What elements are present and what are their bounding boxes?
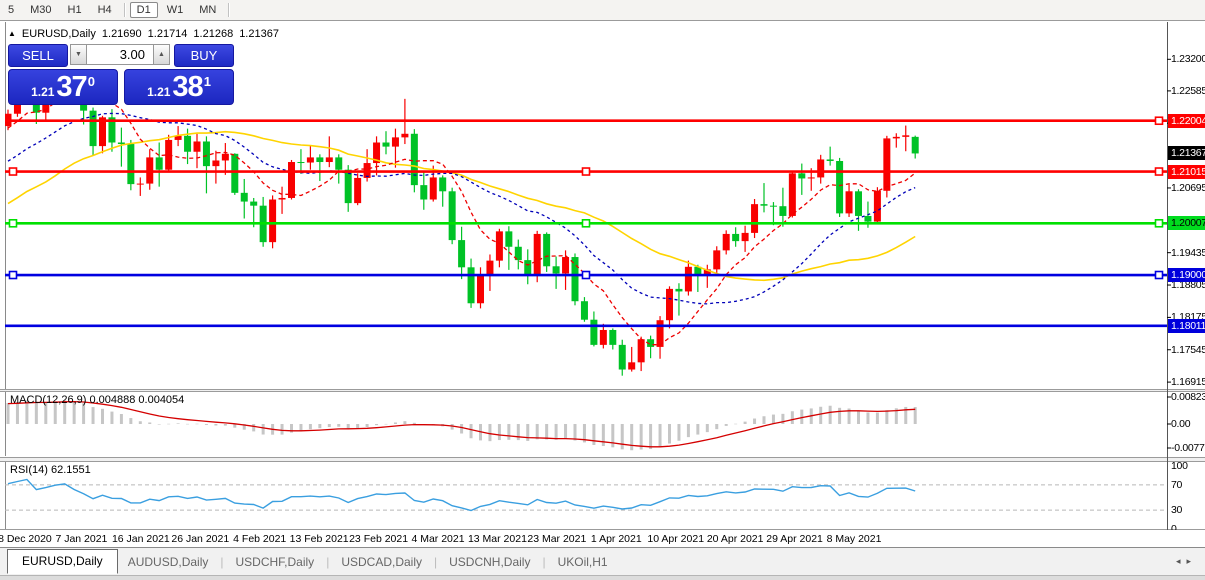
macd-axis-label: 0.008231 xyxy=(1171,391,1205,403)
sell-button[interactable]: SELL xyxy=(8,44,68,67)
axis-tick-marks xyxy=(22,59,1171,534)
macd-histogram xyxy=(7,400,917,450)
ohlc-high: 1.21714 xyxy=(148,28,188,40)
moving-average-8 xyxy=(8,87,915,345)
date-tick-label: 29 Apr 2021 xyxy=(766,533,823,545)
chart-tab-usdcnh[interactable]: USDCNH,Daily xyxy=(439,551,540,573)
price-tick-label: 1.17545 xyxy=(1171,344,1205,356)
bid-price-sup: 0 xyxy=(88,74,95,89)
date-tick-label: 4 Mar 2021 xyxy=(411,533,464,545)
ask-price-button[interactable]: 1.21 38 1 xyxy=(124,69,234,105)
rsi-line xyxy=(8,480,915,511)
line-handle[interactable] xyxy=(583,220,590,227)
tab-divider: | xyxy=(220,555,223,569)
bid-price-button[interactable]: 1.21 37 0 xyxy=(8,69,118,105)
date-tick-label: 20 Apr 2021 xyxy=(707,533,764,545)
macd-indicator-label: MACD(12,26,9) 0.004888 0.004054 xyxy=(10,394,184,406)
tab-scroll-arrows[interactable]: ◂▸ xyxy=(1176,556,1197,567)
buy-button[interactable]: BUY xyxy=(174,44,234,67)
hline-price-badge: 1.18011 xyxy=(1168,319,1205,333)
price-tick-label: 1.20695 xyxy=(1171,182,1205,194)
line-handle[interactable] xyxy=(10,220,17,227)
collapse-panel-icon[interactable]: ▲ xyxy=(8,29,16,38)
rsi-axis-label: 70 xyxy=(1171,479,1182,491)
rsi-indicator-label: RSI(14) 62.1551 xyxy=(10,464,91,476)
chart-tab-usdchf[interactable]: USDCHF,Daily xyxy=(226,551,325,573)
date-tick-label: 13 Mar 2021 xyxy=(468,533,527,545)
volume-spinner: ▼ 3.00 ▲ xyxy=(70,44,170,65)
volume-input[interactable]: 3.00 xyxy=(87,44,153,65)
date-tick-label: 1 Apr 2021 xyxy=(591,533,642,545)
horizontal-line-1.20007[interactable] xyxy=(5,220,1167,227)
ask-price-big: 38 xyxy=(172,71,202,104)
tab-divider: | xyxy=(434,555,437,569)
macd-axis-label: -0.007713 xyxy=(1171,442,1205,454)
line-handle[interactable] xyxy=(583,168,590,175)
date-axis[interactable]: 28 Dec 20207 Jan 2021 16 Jan 202126 Jan 2… xyxy=(0,530,1205,547)
horizontal-line-1.19000[interactable] xyxy=(5,272,1167,279)
current-price-badge: 1.21367 xyxy=(1168,146,1205,160)
rsi-axis-label: 100 xyxy=(1171,460,1188,472)
date-tick-label: 7 Jan 2021 xyxy=(55,533,107,545)
hline-price-badge: 1.20007 xyxy=(1168,216,1205,230)
date-tick-label: 23 Feb 2021 xyxy=(349,533,408,545)
price-tick-label: 1.19435 xyxy=(1171,247,1205,259)
one-click-trading-panel: SELL ▼ 3.00 ▲ BUY 1.21 37 0 1.21 38 1 xyxy=(6,42,234,104)
ask-price-sup: 1 xyxy=(204,74,211,89)
hline-price-badge: 1.19000 xyxy=(1168,268,1205,282)
chart-tab-usdcad[interactable]: USDCAD,Daily xyxy=(331,551,432,573)
volume-increase-button[interactable]: ▲ xyxy=(153,44,170,65)
ask-price-small: 1.21 xyxy=(147,85,170,99)
line-handle[interactable] xyxy=(1156,272,1163,279)
bottom-strip xyxy=(0,575,1205,580)
ohlc-open: 1.21690 xyxy=(102,28,142,40)
price-axis[interactable]: 1.232001.225851.219551.206951.194351.188… xyxy=(1168,0,1205,579)
date-tick-label: 26 Jan 2021 xyxy=(171,533,229,545)
tab-divider: | xyxy=(326,555,329,569)
line-handle[interactable] xyxy=(1156,117,1163,124)
chart-tab-eurusd[interactable]: EURUSD,Daily xyxy=(7,549,118,574)
line-handle[interactable] xyxy=(10,168,17,175)
line-handle[interactable] xyxy=(1156,168,1163,175)
tab-divider: | xyxy=(542,555,545,569)
hline-price-badge: 1.21015 xyxy=(1168,165,1205,179)
date-tick-label: 10 Apr 2021 xyxy=(647,533,704,545)
bid-price-small: 1.21 xyxy=(31,85,54,99)
horizontal-line-1.22004[interactable] xyxy=(5,117,1167,124)
date-tick-label: 4 Feb 2021 xyxy=(233,533,286,545)
bid-price-big: 37 xyxy=(56,71,86,104)
ohlc-close: 1.21367 xyxy=(239,28,279,40)
date-tick-label: 13 Feb 2021 xyxy=(290,533,349,545)
line-handle[interactable] xyxy=(10,272,17,279)
date-tick-label: 23 Mar 2021 xyxy=(527,533,586,545)
ohlc-low: 1.21268 xyxy=(193,28,233,40)
price-tick-label: 1.16915 xyxy=(1171,376,1205,388)
macd-axis-label: 0.00 xyxy=(1171,418,1190,430)
rsi-axis-label: 30 xyxy=(1171,504,1182,516)
horizontal-line-1.21015[interactable] xyxy=(5,168,1167,175)
line-handle[interactable] xyxy=(583,272,590,279)
line-handle[interactable] xyxy=(1156,220,1163,227)
chart-tab-bar: EURUSD,DailyAUDUSD,Daily|USDCHF,Daily|US… xyxy=(0,548,1205,575)
date-tick-label: 8 May 2021 xyxy=(827,533,882,545)
volume-decrease-button[interactable]: ▼ xyxy=(70,44,87,65)
price-tick-label: 1.23200 xyxy=(1171,53,1205,65)
trading-terminal-window: { "toolbar": { "items": ["5", "M30", "H1… xyxy=(0,0,1205,579)
chart-tab-audusd[interactable]: AUDUSD,Daily xyxy=(118,551,219,573)
date-tick-label: 28 Dec 2020 xyxy=(0,533,52,545)
chart-tab-ukoil[interactable]: UKOil,H1 xyxy=(548,551,618,573)
price-tick-label: 1.22585 xyxy=(1171,85,1205,97)
hline-price-badge: 1.22004 xyxy=(1168,114,1205,128)
date-tick-label: 16 Jan 2021 xyxy=(112,533,170,545)
chart-symbol-label: EURUSD,Daily xyxy=(22,28,96,40)
chart-ohlc-header: ▲ EURUSD,Daily 1.21690 1.21714 1.21268 1… xyxy=(8,26,285,41)
